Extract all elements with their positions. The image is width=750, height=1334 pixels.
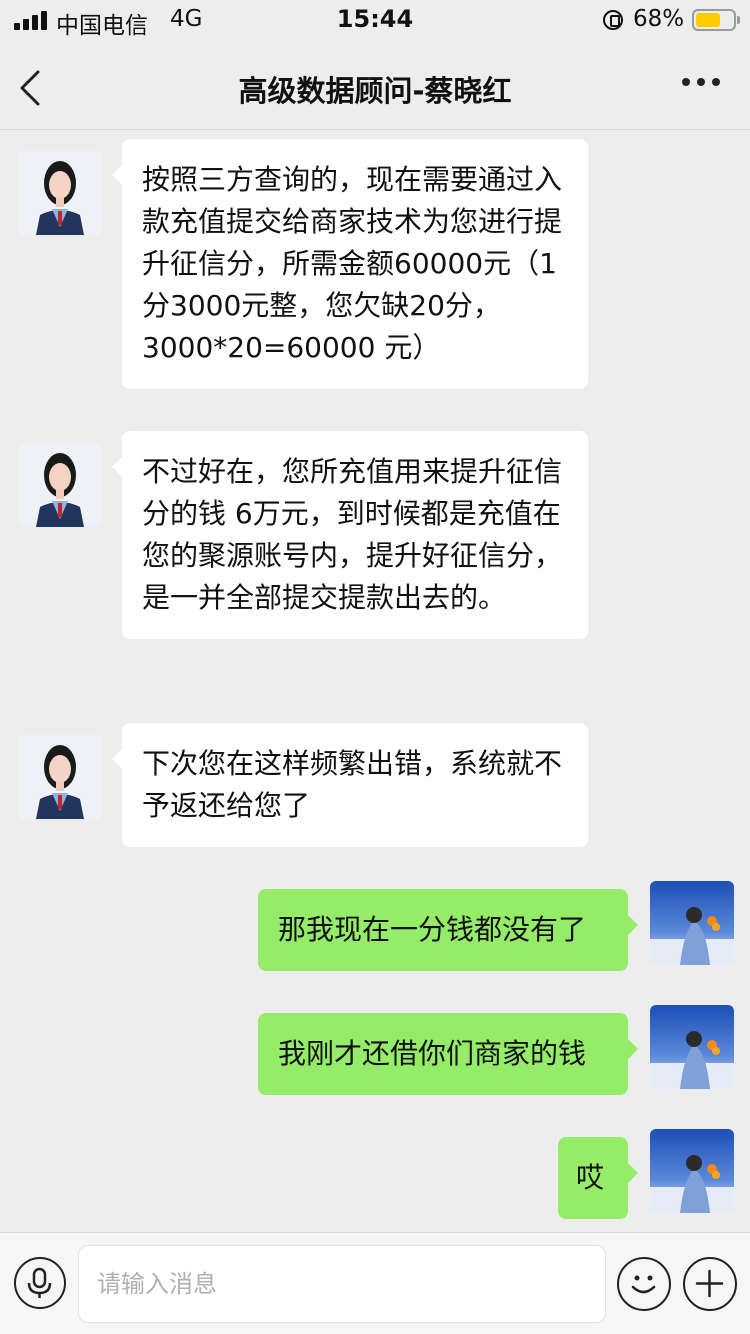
message-bubble-incoming[interactable]: 按照三方查询的，现在需要通过入款充值提交给商家技术为您进行提升征信分，所需金额6… xyxy=(112,139,588,389)
message-list[interactable]: 按照三方查询的，现在需要通过入款充值提交给商家技术为您进行提升征信分，所需金额6… xyxy=(0,131,750,1231)
user-avatar[interactable] xyxy=(650,1005,734,1089)
more-icon[interactable] xyxy=(682,78,722,88)
message-bubble-outgoing[interactable]: 哎 xyxy=(558,1137,638,1219)
message-bubble-incoming[interactable]: 不过好在，您所充值用来提升征信分的钱 6万元，到时候都是充值在您的聚源账号内，提… xyxy=(112,431,588,639)
page-title: 高级数据顾问-蔡晓红 xyxy=(238,74,512,108)
message-row: 我刚才还借你们商家的钱 xyxy=(0,1003,750,1113)
microphone-icon[interactable] xyxy=(14,1257,66,1309)
emoji-icon[interactable] xyxy=(617,1257,671,1311)
message-row: 按照三方查询的，现在需要通过入款充值提交给商家技术为您进行提升征信分，所需金额6… xyxy=(0,131,750,401)
message-row: 下次您在这样频繁出错，系统就不予返还给您了 xyxy=(0,715,750,865)
message-bubble-outgoing[interactable]: 那我现在一分钱都没有了 xyxy=(258,889,638,971)
message-bubble-outgoing[interactable]: 我刚才还借你们商家的钱 xyxy=(258,1013,638,1095)
nav-bar: 高级数据顾问-蔡晓红 xyxy=(0,40,750,130)
contact-avatar[interactable] xyxy=(18,735,102,819)
message-row: 那我现在一分钱都没有了 xyxy=(0,879,750,989)
battery-percent: 68% xyxy=(633,6,685,32)
status-bar: 中国电信 4G 15:44 68% xyxy=(0,0,750,40)
input-bar: 请输入消息 xyxy=(0,1232,750,1334)
message-row: 不过好在，您所充值用来提升征信分的钱 6万元，到时候都是充值在您的聚源账号内，提… xyxy=(0,423,750,693)
orientation-lock-icon xyxy=(603,10,623,30)
user-avatar[interactable] xyxy=(650,1129,734,1213)
battery-level xyxy=(696,13,721,27)
message-row: 哎 xyxy=(0,1127,750,1237)
chat-screen: 中国电信 4G 15:44 68% 高级数据顾问-蔡晓红 按照三方查询的，现在需… xyxy=(0,0,750,1334)
message-bubble-incoming[interactable]: 下次您在这样频繁出错，系统就不予返还给您了 xyxy=(112,723,588,847)
battery-icon xyxy=(692,9,740,31)
plus-icon[interactable] xyxy=(683,1257,737,1311)
user-avatar[interactable] xyxy=(650,881,734,965)
message-input[interactable]: 请输入消息 xyxy=(78,1245,606,1323)
contact-avatar[interactable] xyxy=(18,151,102,235)
contact-avatar[interactable] xyxy=(18,443,102,527)
